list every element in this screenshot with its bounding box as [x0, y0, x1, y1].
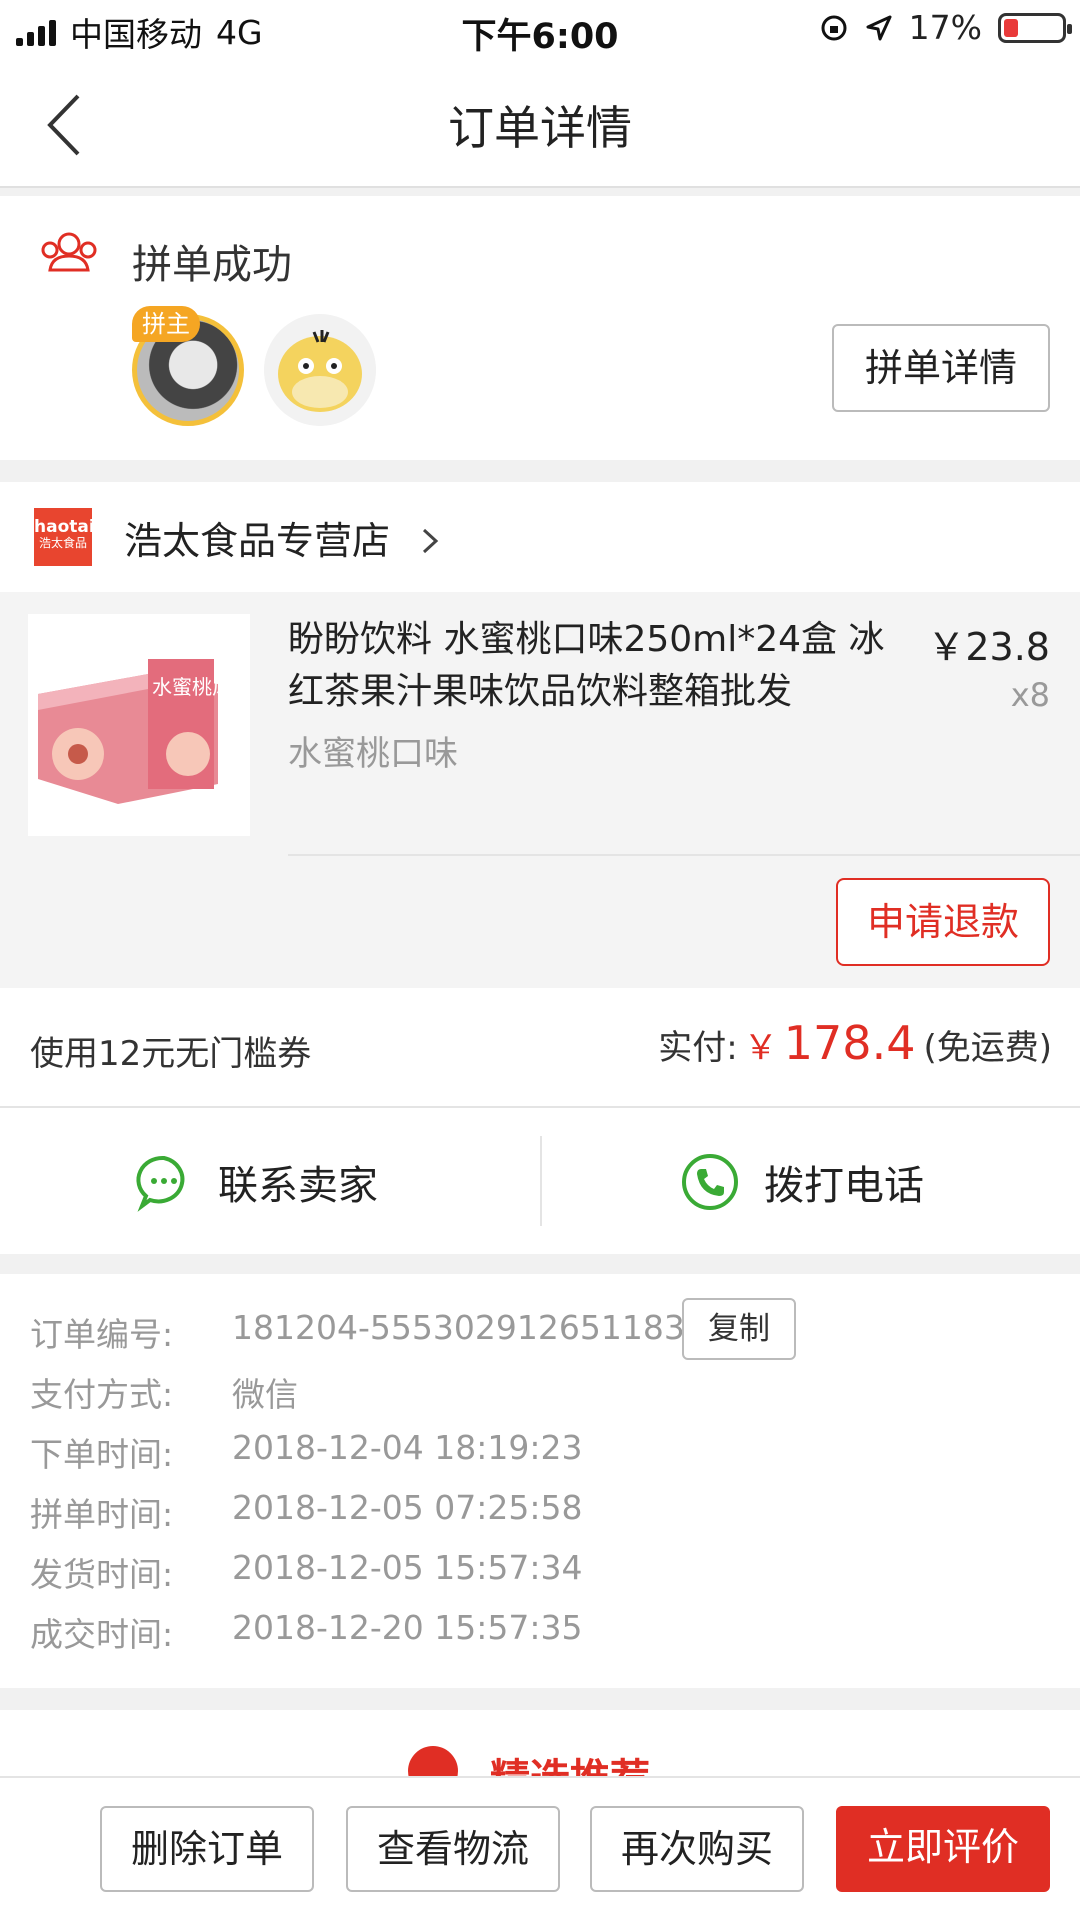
view-logistics-button[interactable]: 查看物流 — [346, 1806, 560, 1892]
group-detail-button[interactable]: 拼单详情 — [832, 324, 1050, 412]
recommend-title: 精选推荐 — [490, 1756, 650, 1780]
order-number-label: 订单编号: — [30, 1315, 174, 1354]
recommend-header: 精选推荐 — [0, 1710, 1080, 1780]
payment-summary: 使用12元无门槛券 实付: ￥ 178.4 (免运费) — [0, 988, 1080, 1108]
location-icon — [866, 15, 892, 40]
group-buy-section: 拼单成功 拼主 拼单详情 — [0, 196, 1080, 460]
deal-time-row: 成交时间: 2018-12-20 15:57:35 — [30, 1608, 582, 1656]
chat-icon — [136, 1155, 185, 1212]
call-phone-button[interactable]: 拨打电话 — [680, 1152, 924, 1212]
product-item[interactable]: 水蜜桃风味饮料 盼盼饮料 水蜜桃口味250ml*24盒 冰红茶果汁果味饮品饮料整… — [0, 592, 1080, 988]
paid-amount: 实付: ￥ 178.4 (免运费) — [658, 1016, 1052, 1070]
shop-logo-top: haotai — [34, 517, 95, 537]
payment-method-row: 支付方式: 微信 — [30, 1368, 298, 1416]
group-status: 拼单成功 — [132, 242, 292, 288]
review-button[interactable]: 立即评价 — [836, 1806, 1050, 1892]
divider — [540, 1136, 542, 1226]
ship-time-value: 2018-12-05 15:57:34 — [232, 1548, 583, 1587]
contact-row: 联系卖家 拨打电话 — [0, 1108, 1080, 1254]
order-number-row: 订单编号: 181204-555302912651183 — [30, 1308, 685, 1356]
contact-seller-label: 联系卖家 — [218, 1163, 378, 1209]
currency-symbol: ￥ — [743, 1028, 778, 1068]
duck-avatar-image — [264, 314, 376, 426]
shop-name: 浩太食品专营店 — [124, 510, 442, 565]
group-users-icon — [41, 232, 97, 272]
deal-time-value: 2018-12-20 15:57:35 — [232, 1608, 583, 1647]
group-time-label: 拼单时间: — [30, 1495, 174, 1534]
page-title: 订单详情 — [448, 101, 632, 155]
group-time-value: 2018-12-05 07:25:58 — [232, 1488, 583, 1527]
rotation-lock-icon — [821, 15, 847, 40]
phone-icon — [682, 1154, 738, 1210]
paid-label: 实付: — [658, 1028, 738, 1068]
buy-again-button[interactable]: 再次购买 — [590, 1806, 804, 1892]
status-bar: 中国移动 4G 下午6:00 17% — [0, 0, 1080, 62]
ship-time-row: 发货时间: 2018-12-05 15:57:34 — [30, 1548, 582, 1596]
battery-percent: 17% — [908, 8, 982, 47]
shop-logo: haotai 浩太食品 — [34, 508, 95, 566]
shop-name-text: 浩太食品专营店 — [124, 519, 391, 563]
chevron-right-icon — [423, 528, 439, 554]
bottom-action-bar: 删除订单 查看物流 再次购买 立即评价 — [0, 1776, 1080, 1923]
product-thumbnail: 水蜜桃风味饮料 — [28, 614, 292, 836]
shipping-note: (免运费) — [923, 1028, 1052, 1068]
shop-logo-bottom: 浩太食品 — [38, 535, 87, 550]
delete-order-button[interactable]: 删除订单 — [100, 1806, 314, 1892]
product-image-label: 水蜜桃风味饮料 — [152, 676, 250, 699]
order-info: 订单编号: 181204-555302912651183 复制 支付方式: 微信… — [0, 1274, 1080, 1688]
product-quantity: x8 — [1010, 676, 1050, 714]
order-time-label: 下单时间: — [30, 1435, 174, 1474]
contact-seller-button[interactable]: 联系卖家 — [134, 1152, 378, 1212]
order-number-value: 181204-555302912651183 — [232, 1308, 685, 1347]
divider — [288, 854, 1080, 856]
call-phone-label: 拨打电话 — [764, 1163, 924, 1209]
member-avatar[interactable] — [264, 314, 376, 426]
product-spec: 水蜜桃口味 — [288, 734, 458, 774]
nav-bar: 订单详情 — [0, 62, 1080, 188]
paid-value: 178.4 — [783, 1016, 916, 1070]
payment-method-label: 支付方式: — [30, 1375, 174, 1414]
deal-time-label: 成交时间: — [30, 1615, 174, 1654]
coupon-text: 使用12元无门槛券 — [30, 1034, 312, 1074]
product-price: ￥23.8 — [927, 625, 1050, 669]
product-image: 水蜜桃风味饮料 — [28, 614, 292, 836]
product-title: 盼盼饮料 水蜜桃口味250ml*24盒 冰红茶果汁果味饮品饮料整箱批发 — [288, 619, 885, 712]
group-time-row: 拼单时间: 2018-12-05 07:25:58 — [30, 1488, 582, 1536]
status-right: 17% — [819, 8, 1072, 47]
battery-icon — [998, 12, 1072, 43]
host-badge: 拼主 — [132, 306, 200, 342]
copy-button[interactable]: 复制 — [682, 1298, 796, 1360]
shop-header[interactable]: haotai 浩太食品 浩太食品专营店 — [0, 482, 1080, 592]
payment-method-value: 微信 — [232, 1375, 298, 1414]
refund-button[interactable]: 申请退款 — [836, 878, 1050, 966]
ship-time-label: 发货时间: — [30, 1555, 174, 1594]
order-time-row: 下单时间: 2018-12-04 18:19:23 — [30, 1428, 582, 1476]
recommend-icon — [408, 1746, 458, 1780]
order-time-value: 2018-12-04 18:19:23 — [232, 1428, 583, 1467]
